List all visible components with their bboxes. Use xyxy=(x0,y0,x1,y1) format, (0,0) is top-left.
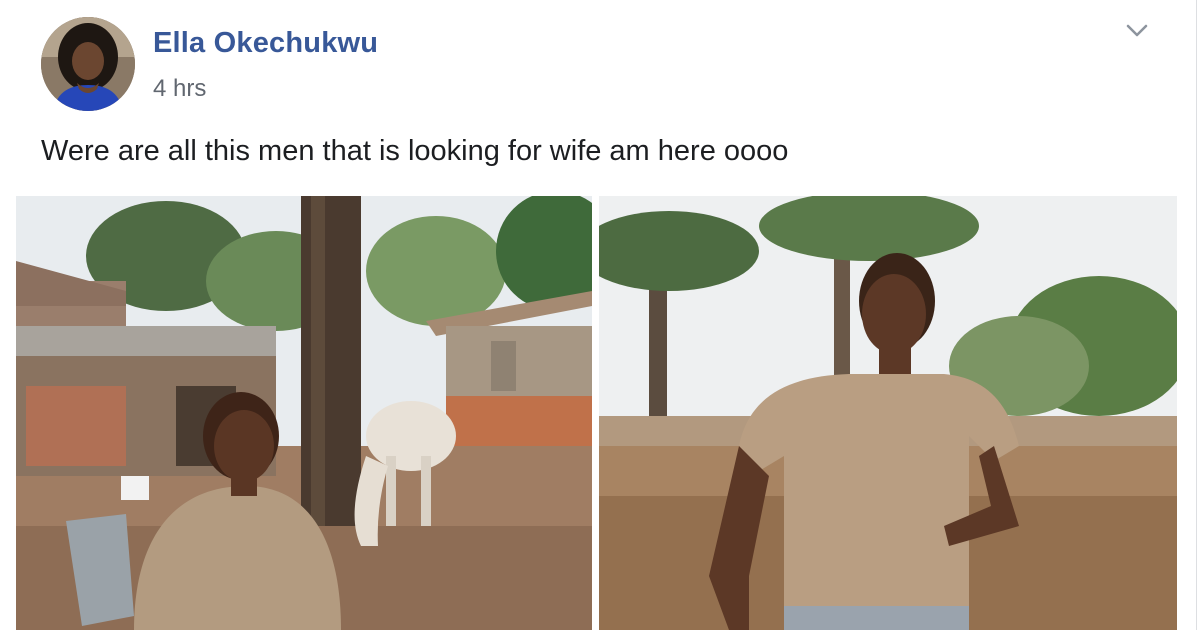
chevron-down-icon[interactable] xyxy=(1124,22,1150,40)
author-name-link[interactable]: Ella Okechukwu xyxy=(153,27,378,60)
post-message: Were are all this men that is looking fo… xyxy=(41,135,789,167)
woman-with-cow-photo[interactable] xyxy=(16,196,592,630)
facebook-post-card: Ella Okechukwu 4 hrs Were are all this m… xyxy=(0,0,1197,630)
woman-in-field-photo[interactable] xyxy=(599,196,1177,630)
author-avatar[interactable] xyxy=(41,17,135,111)
post-timestamp[interactable]: 4 hrs xyxy=(153,75,206,103)
